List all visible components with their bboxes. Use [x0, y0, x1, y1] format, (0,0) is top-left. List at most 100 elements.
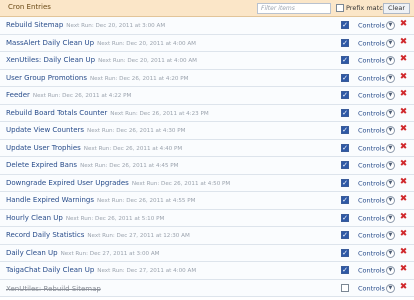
delete-icon[interactable]: ✖: [399, 72, 408, 82]
cron-entry-title[interactable]: Rebuild Sitemap: [6, 21, 63, 29]
controls-menu[interactable]: Controls ▼: [358, 143, 395, 153]
list-item: MassAlert Daily Clean Up Next Run: Dec 20…: [0, 34, 414, 52]
delete-icon[interactable]: ✖: [399, 230, 408, 239]
controls-label: Controls: [358, 74, 385, 82]
cron-entry-title[interactable]: User Group Promotions: [6, 74, 87, 82]
cron-entry-title[interactable]: Update User Trophies: [6, 144, 81, 152]
enabled-checkbox[interactable]: ✓: [341, 161, 349, 169]
delete-icon[interactable]: ✖: [399, 142, 408, 152]
controls-menu[interactable]: Controls ▼: [358, 56, 395, 65]
controls-menu[interactable]: Controls ▼: [358, 213, 395, 223]
chevron-down-icon: ▼: [385, 231, 395, 240]
chevron-down-icon: ▼: [385, 73, 395, 83]
cron-entry-title[interactable]: Daily Clean Up: [6, 249, 58, 257]
delete-icon[interactable]: ✖: [399, 55, 408, 64]
enabled-checkbox[interactable]: ✓: [341, 108, 349, 117]
controls-label: Controls: [358, 249, 385, 257]
controls-menu[interactable]: Controls ▼: [358, 38, 395, 48]
chevron-down-icon: ▼: [385, 161, 395, 170]
next-run-text: Next Run: Dec 26, 2011 at 4:22 PM: [32, 93, 132, 99]
delete-icon[interactable]: ✖: [399, 160, 408, 169]
cron-entry-text: MassAlert Daily Clean Up Next Run: Dec 20…: [6, 39, 196, 49]
controls-menu[interactable]: Controls ▼: [358, 21, 395, 30]
list-item: Rebuild Sitemap Next Run: Dec 20, 2011 at…: [0, 17, 414, 35]
controls-menu[interactable]: Controls ▼: [358, 283, 395, 293]
chevron-down-icon: ▼: [385, 213, 395, 223]
enabled-checkbox[interactable]: ✓: [341, 213, 349, 222]
enabled-checkbox[interactable]: ✓: [341, 248, 349, 257]
chevron-down-icon: ▼: [385, 91, 395, 100]
clear-button[interactable]: Clear: [383, 3, 410, 14]
delete-icon[interactable]: ✖: [399, 107, 408, 117]
next-run-text: Next Run: Dec 20, 2011 at 4:00 AM: [98, 58, 198, 64]
next-run-text: Next Run: Dec 26, 2011 at 4:30 PM: [87, 128, 186, 134]
list-item: User Group Promotions Next Run: Dec 26, 2…: [0, 69, 414, 87]
filter-input[interactable]: [257, 3, 331, 14]
cron-entry-title[interactable]: Downgrade Expired User Upgrades: [6, 179, 129, 187]
cron-entry-text: XenUtiles: Daily Clean Up Next Run: Dec 2…: [6, 56, 197, 66]
cron-entry-text: Feeder Next Run: Dec 26, 2011 at 4:22 PM: [6, 91, 131, 101]
list-item: XenUtiles: Daily Clean Up Next Run: Dec 2…: [0, 52, 414, 70]
prefix-match-checkbox[interactable]: [336, 4, 344, 12]
controls-menu[interactable]: Controls ▼: [358, 248, 395, 258]
controls-menu[interactable]: Controls ▼: [358, 266, 395, 275]
controls-label: Controls: [358, 21, 385, 30]
cron-entry-list: Rebuild Sitemap Next Run: Dec 20, 2011 at…: [0, 17, 414, 297]
enabled-checkbox[interactable]: ✓: [341, 126, 349, 134]
cron-entry-title[interactable]: Delete Expired Bans: [6, 161, 77, 169]
enabled-checkbox[interactable]: ✓: [341, 73, 349, 82]
enabled-checkbox[interactable]: [341, 283, 349, 292]
delete-icon[interactable]: ✖: [399, 195, 408, 204]
enabled-checkbox[interactable]: ✓: [341, 266, 349, 274]
cron-entry-title[interactable]: Hourly Clean Up: [6, 214, 63, 222]
delete-icon[interactable]: ✖: [399, 212, 408, 222]
cron-entry-title[interactable]: XenUtiles: Rebuild Sitemap: [6, 285, 101, 293]
chevron-down-icon: ▼: [385, 38, 395, 48]
delete-icon[interactable]: ✖: [399, 247, 408, 257]
cron-entry-title[interactable]: Handle Expired Warnings: [6, 196, 94, 204]
next-run-text: Next Run: Dec 26, 2011 at 4:20 PM: [89, 75, 189, 82]
controls-menu[interactable]: Controls ▼: [358, 231, 395, 240]
controls-menu[interactable]: Controls ▼: [358, 161, 395, 170]
list-header: Cron Entries Prefix match Clear: [0, 0, 414, 17]
cron-entry-text: User Group Promotions Next Run: Dec 26, 2…: [6, 74, 188, 84]
chevron-down-icon: ▼: [385, 21, 395, 30]
cron-entry-title[interactable]: Feeder: [6, 91, 30, 99]
enabled-checkbox[interactable]: ✓: [341, 196, 349, 204]
cron-entry-title[interactable]: Rebuild Board Totals Counter: [6, 109, 107, 117]
controls-label: Controls: [358, 144, 385, 152]
enabled-checkbox[interactable]: ✓: [341, 21, 349, 29]
delete-icon[interactable]: ✖: [399, 265, 408, 274]
enabled-checkbox[interactable]: ✓: [341, 143, 349, 152]
next-run-text: Next Run: Dec 26, 2011 at 5:10 PM: [65, 215, 165, 222]
controls-menu[interactable]: Controls ▼: [358, 108, 395, 118]
enabled-checkbox[interactable]: ✓: [341, 178, 349, 187]
delete-icon[interactable]: ✖: [399, 37, 408, 47]
cron-entry-title[interactable]: XenUtiles: Daily Clean Up: [6, 56, 95, 64]
cron-entry-text: Rebuild Sitemap Next Run: Dec 20, 2011 at…: [6, 21, 165, 31]
delete-icon[interactable]: ✖: [399, 20, 408, 29]
delete-icon[interactable]: ✖: [399, 125, 408, 134]
cron-entry-title[interactable]: MassAlert Daily Clean Up: [6, 39, 94, 47]
delete-icon[interactable]: ✖: [399, 90, 408, 99]
controls-menu[interactable]: Controls ▼: [358, 73, 395, 83]
cron-entry-text: Daily Clean Up Next Run: Dec 27, 2011 at …: [6, 249, 160, 259]
chevron-down-icon: ▼: [385, 143, 395, 153]
controls-menu[interactable]: Controls ▼: [358, 178, 395, 188]
controls-menu[interactable]: Controls ▼: [358, 126, 395, 135]
delete-icon[interactable]: ✖: [399, 282, 408, 292]
controls-menu[interactable]: Controls ▼: [358, 196, 395, 205]
cron-entry-title[interactable]: Update View Counters: [6, 126, 84, 134]
enabled-checkbox[interactable]: ✓: [341, 231, 349, 239]
controls-label: Controls: [358, 161, 385, 170]
cron-entry-text: Hourly Clean Up Next Run: Dec 26, 2011 at…: [6, 214, 164, 224]
controls-label: Controls: [358, 179, 385, 187]
enabled-checkbox[interactable]: ✓: [341, 38, 349, 47]
cron-entry-title[interactable]: Record Daily Statistics: [6, 231, 84, 239]
cron-entry-title[interactable]: TaigaChat Daily Clean Up: [6, 266, 94, 274]
controls-menu[interactable]: Controls ▼: [358, 91, 395, 100]
delete-icon[interactable]: ✖: [399, 177, 408, 187]
controls-label: Controls: [358, 39, 385, 47]
enabled-checkbox[interactable]: ✓: [341, 56, 349, 64]
enabled-checkbox[interactable]: ✓: [341, 91, 349, 99]
